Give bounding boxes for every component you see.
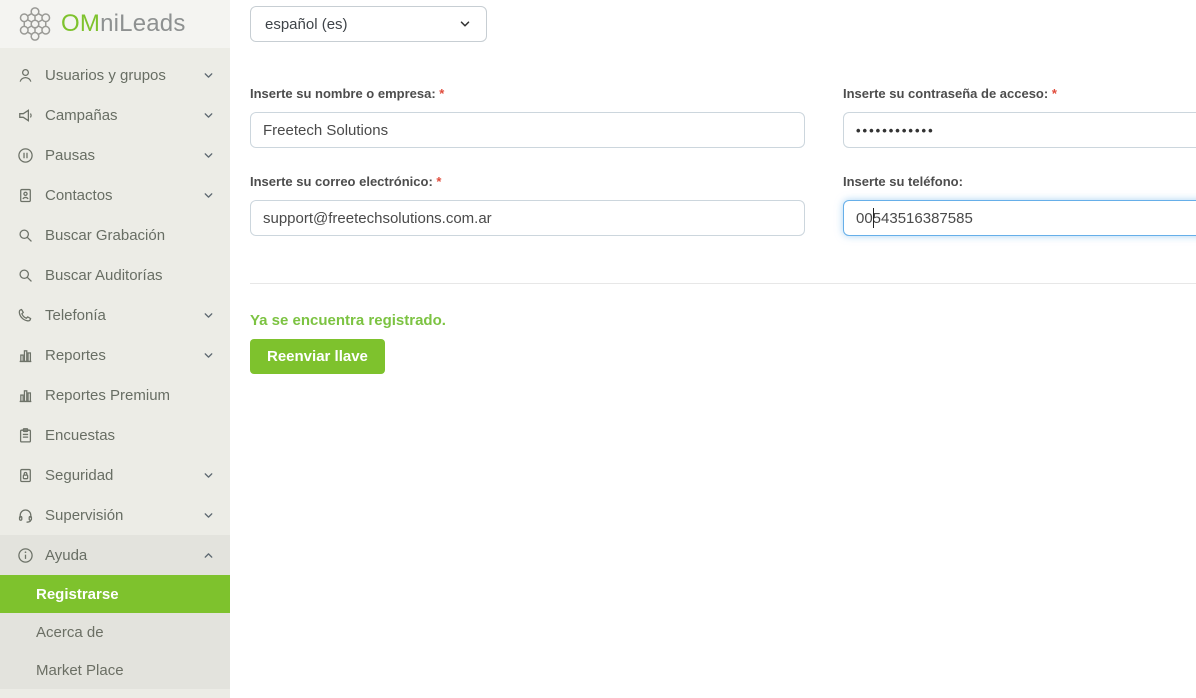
- name-input[interactable]: [250, 112, 805, 148]
- text-caret: [873, 208, 874, 228]
- sidebar-item-label: Buscar Auditorías: [45, 267, 216, 284]
- lock-card-icon: [17, 467, 34, 484]
- sidebar-subitem-label: Market Place: [36, 662, 124, 679]
- sidebar-item-supervision[interactable]: Supervisión: [0, 495, 230, 535]
- ayuda-submenu: Registrarse Acerca de Market Place: [0, 575, 230, 689]
- sidebar-item-pausas[interactable]: Pausas: [0, 135, 230, 175]
- registration-status-message: Ya se encuentra registrado.: [250, 312, 1196, 329]
- contact-card-icon: [17, 187, 34, 204]
- sidebar-subitem-label: Registrarse: [36, 586, 119, 603]
- topbar-content: español (es): [230, 0, 1196, 48]
- main-content: Inserte su nombre o empresa: * Inserte s…: [230, 48, 1196, 698]
- sidebar-item-label: Seguridad: [45, 467, 202, 484]
- sidebar-item-label: Campañas: [45, 107, 202, 124]
- sidebar-item-encuestas[interactable]: Encuestas: [0, 415, 230, 455]
- language-select-value: español (es): [265, 16, 348, 33]
- phone-icon: [17, 307, 34, 324]
- app-window: OMniLeads español (es) Usuarios y grupos: [0, 0, 1196, 698]
- clipboard-icon: [17, 427, 34, 444]
- email-field-group: Inserte su correo electrónico: *: [250, 174, 805, 236]
- phone-field-label: Inserte su teléfono:: [843, 174, 1196, 189]
- required-asterisk: *: [1052, 86, 1057, 101]
- phone-field-group: Inserte su teléfono:: [838, 174, 1196, 236]
- section-divider: [250, 283, 1196, 284]
- chevron-down-icon: [202, 308, 216, 322]
- registration-form: Inserte su nombre o empresa: * Inserte s…: [250, 86, 1196, 236]
- name-field-label: Inserte su nombre o empresa: *: [250, 86, 805, 101]
- megaphone-icon: [17, 107, 34, 124]
- name-field-group: Inserte su nombre o empresa: *: [250, 86, 805, 148]
- chevron-down-icon: [202, 148, 216, 162]
- required-asterisk: *: [439, 86, 444, 101]
- required-asterisk: *: [436, 174, 441, 189]
- sidebar-item-seguridad[interactable]: Seguridad: [0, 455, 230, 495]
- sidebar-item-reportes[interactable]: Reportes: [0, 335, 230, 375]
- sidebar-item-label: Supervisión: [45, 507, 202, 524]
- sidebar-item-reportes-premium[interactable]: Reportes Premium: [0, 375, 230, 415]
- sidebar-item-label: Encuestas: [45, 427, 216, 444]
- sidebar-subitem-market-place[interactable]: Market Place: [0, 651, 230, 689]
- info-circle-icon: [17, 547, 34, 564]
- sidebar-item-label: Usuarios y grupos: [45, 67, 202, 84]
- chevron-down-icon: [202, 68, 216, 82]
- sidebar-item-label: Ayuda: [45, 547, 202, 564]
- sidebar-subitem-registrarse[interactable]: Registrarse: [0, 575, 230, 613]
- sidebar-item-campanas[interactable]: Campañas: [0, 95, 230, 135]
- password-input[interactable]: [843, 112, 1196, 148]
- chevron-up-icon: [202, 548, 216, 562]
- app-logo: OMniLeads: [16, 5, 186, 43]
- sidebar-item-telefonia[interactable]: Telefonía: [0, 295, 230, 335]
- sidebar-item-label: Pausas: [45, 147, 202, 164]
- sidebar-item-label: Contactos: [45, 187, 202, 204]
- sidebar-subitem-acerca-de[interactable]: Acerca de: [0, 613, 230, 651]
- sidebar: Usuarios y grupos Campañas Pausas: [0, 48, 230, 698]
- bar-chart-icon: [17, 347, 34, 364]
- sidebar-item-usuarios-y-grupos[interactable]: Usuarios y grupos: [0, 55, 230, 95]
- sidebar-item-label: Reportes: [45, 347, 202, 364]
- search-icon: [17, 227, 34, 244]
- sidebar-subitem-label: Acerca de: [36, 624, 104, 641]
- password-field-group: Inserte su contraseña de acceso: *: [838, 86, 1196, 148]
- headset-icon: [17, 507, 34, 524]
- chevron-down-icon: [202, 188, 216, 202]
- bar-chart-icon: [17, 387, 34, 404]
- chevron-down-icon: [202, 508, 216, 522]
- logo-area: OMniLeads: [0, 0, 230, 48]
- email-field-label: Inserte su correo electrónico: *: [250, 174, 805, 189]
- email-input[interactable]: [250, 200, 805, 236]
- password-field-label: Inserte su contraseña de acceso: *: [843, 86, 1196, 101]
- sidebar-item-label: Buscar Grabación: [45, 227, 216, 244]
- language-select[interactable]: español (es): [250, 6, 487, 42]
- search-icon: [17, 267, 34, 284]
- sidebar-item-buscar-auditorias[interactable]: Buscar Auditorías: [0, 255, 230, 295]
- logo-wordmark: OMniLeads: [61, 10, 186, 38]
- sidebar-item-buscar-grabacion[interactable]: Buscar Grabación: [0, 215, 230, 255]
- chevron-down-icon: [202, 348, 216, 362]
- chevron-down-icon: [458, 17, 472, 31]
- network-nodes-icon: [16, 5, 54, 43]
- resend-key-button[interactable]: Reenviar llave: [250, 339, 385, 374]
- pause-circle-icon: [17, 147, 34, 164]
- topbar: OMniLeads español (es): [0, 0, 1196, 48]
- sidebar-item-ayuda[interactable]: Ayuda: [0, 535, 230, 575]
- sidebar-item-label: Reportes Premium: [45, 387, 216, 404]
- user-icon: [17, 67, 34, 84]
- chevron-down-icon: [202, 468, 216, 482]
- sidebar-item-label: Telefonía: [45, 307, 202, 324]
- sidebar-menu: Usuarios y grupos Campañas Pausas: [0, 48, 230, 689]
- chevron-down-icon: [202, 108, 216, 122]
- sidebar-item-contactos[interactable]: Contactos: [0, 175, 230, 215]
- phone-input[interactable]: [843, 200, 1196, 236]
